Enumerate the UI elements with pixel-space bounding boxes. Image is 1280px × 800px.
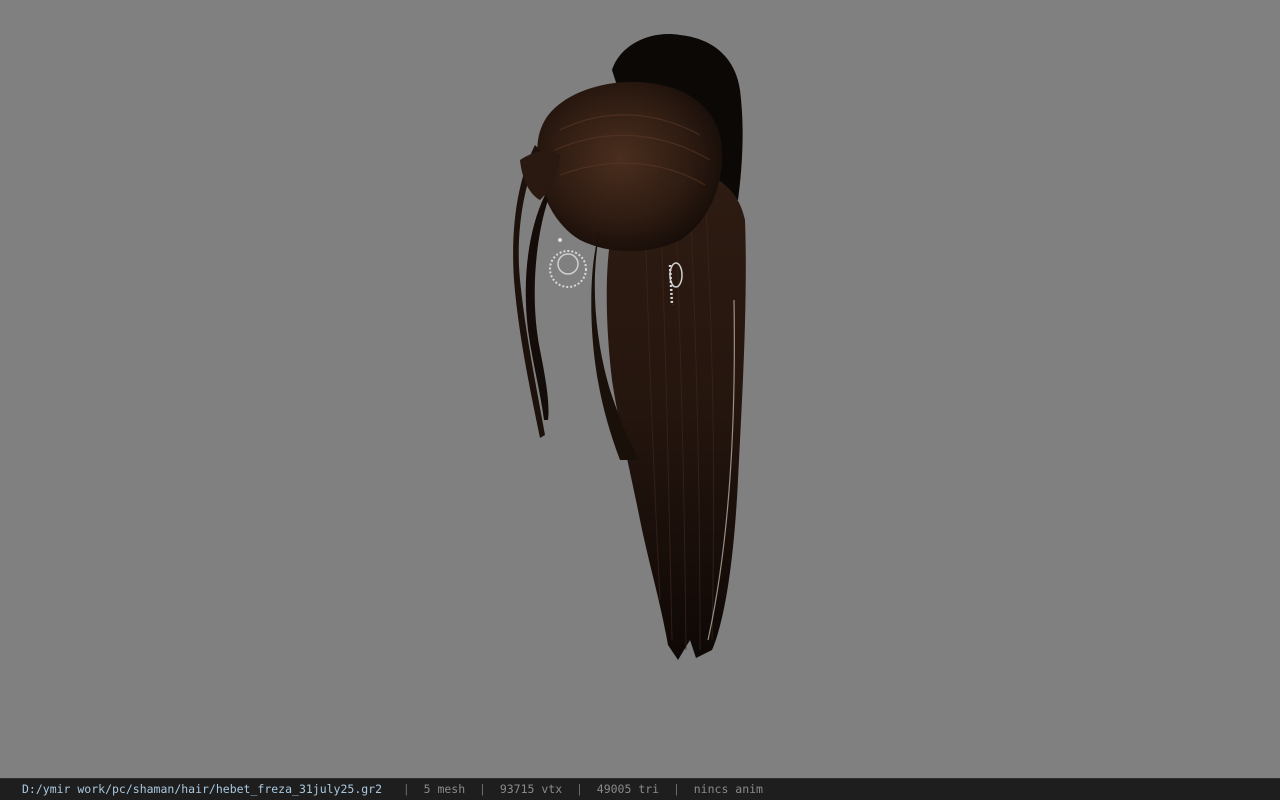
hair-bun <box>537 81 723 252</box>
vertex-count: 93715 vtx <box>499 782 563 796</box>
3d-viewport[interactable] <box>0 0 1280 778</box>
anim-status: nincs anim <box>693 782 763 796</box>
status-bar: D:/ymir work/pc/shaman/hair/hebet_freza_… <box>0 778 1280 800</box>
mesh-count: 5 mesh <box>423 782 466 796</box>
separator: | <box>672 782 680 796</box>
file-path: D:/ymir work/pc/shaman/hair/hebet_freza_… <box>22 782 383 796</box>
separator: | <box>479 782 486 796</box>
triangle-count: 49005 tri <box>596 782 660 796</box>
earring-left <box>549 238 587 288</box>
separator: | <box>402 782 410 796</box>
hair-model-render[interactable] <box>0 0 1280 778</box>
separator: | <box>575 782 583 796</box>
